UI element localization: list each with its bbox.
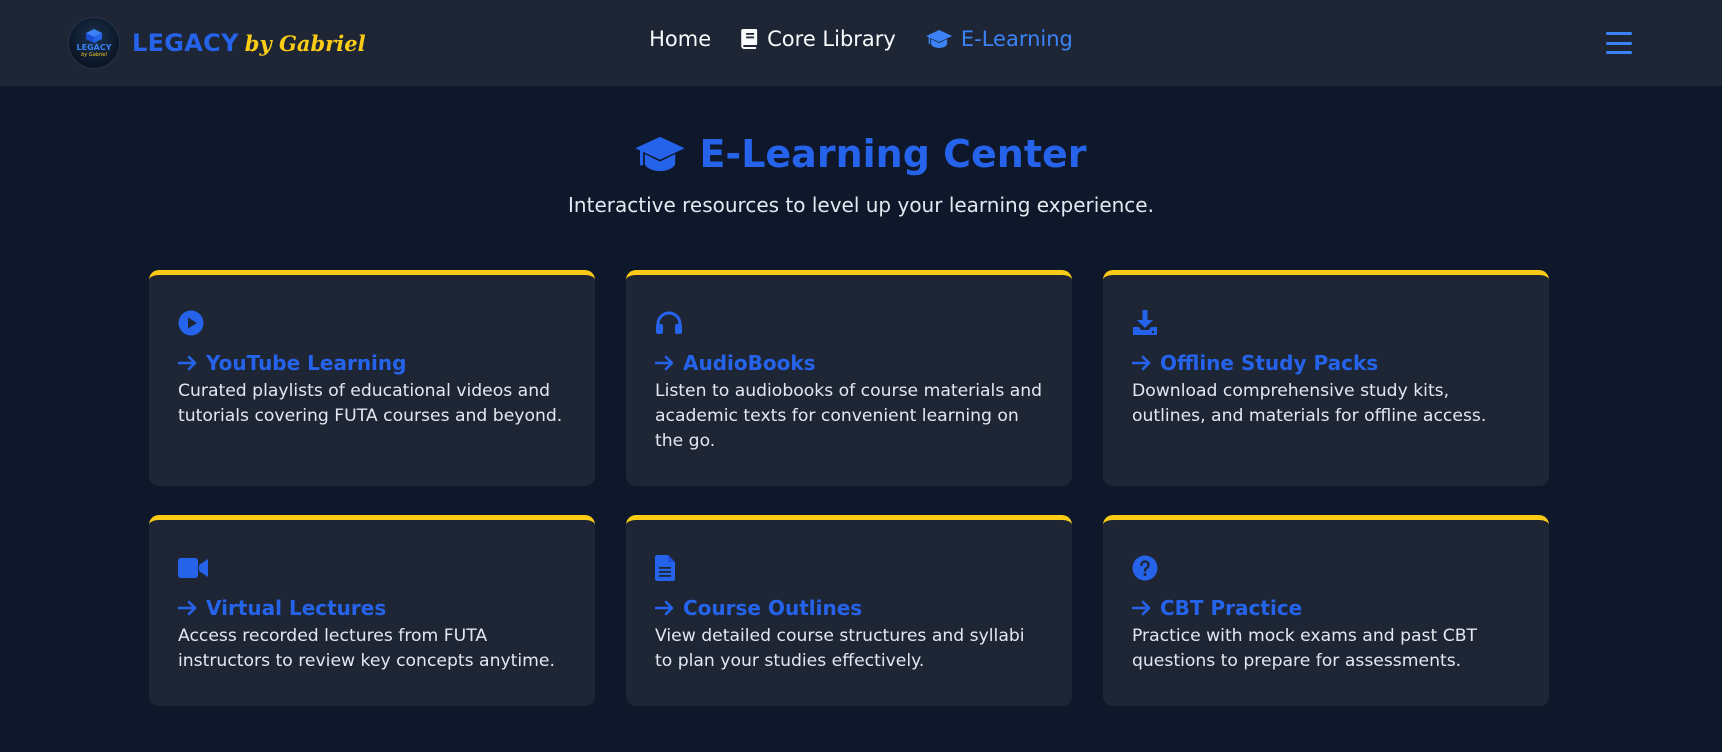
arrow-right-icon	[178, 600, 197, 616]
nav-core-library-label: Core Library	[767, 27, 896, 51]
cube-icon	[86, 28, 102, 43]
graduation-cap-icon	[925, 30, 952, 48]
card-description: Curated playlists of educational videos …	[178, 381, 563, 426]
nav-home[interactable]: Home	[649, 27, 711, 51]
card-description: View detailed course structures and syll…	[655, 626, 1025, 671]
card-description: Access recorded lectures from FUTA instr…	[178, 626, 555, 671]
hamburger-menu-icon[interactable]	[1606, 32, 1632, 54]
brand-by: by Gabriel	[244, 31, 366, 56]
nav-e-learning-label: E-Learning	[960, 27, 1073, 51]
hero: E-Learning Center Interactive resources …	[0, 132, 1722, 217]
card-description: Listen to audiobooks of course materials…	[655, 381, 1043, 451]
top-navbar: LEGACY by Gabriel LEGACY by Gabriel Home …	[0, 0, 1722, 86]
play-circle-icon	[178, 310, 204, 336]
arrow-right-icon	[178, 355, 197, 371]
card-title[interactable]: AudioBooks	[655, 351, 1044, 375]
arrow-right-icon	[655, 600, 674, 616]
page-title-text: E-Learning Center	[699, 132, 1087, 176]
card-title[interactable]: Offline Study Packs	[1132, 351, 1521, 375]
card-youtube-learning[interactable]: YouTube Learning Curated playlists of ed…	[149, 270, 595, 486]
card-virtual-lectures[interactable]: Virtual Lectures Access recorded lecture…	[149, 515, 595, 706]
card-description: Practice with mock exams and past CBT qu…	[1132, 626, 1477, 671]
card-title-text: CBT Practice	[1160, 596, 1303, 620]
card-title[interactable]: Course Outlines	[655, 596, 1044, 620]
book-icon	[741, 29, 758, 49]
card-title-text: YouTube Learning	[206, 351, 407, 375]
arrow-right-icon	[655, 355, 674, 371]
card-title-text: AudioBooks	[683, 351, 816, 375]
brand-name: LEGACY	[132, 29, 239, 57]
logo-text: LEGACY	[76, 42, 112, 52]
nav-home-label: Home	[649, 27, 712, 51]
logo: LEGACY by Gabriel	[68, 17, 120, 69]
question-circle-icon	[1132, 555, 1158, 581]
arrow-right-icon	[1132, 600, 1151, 616]
nav-e-learning[interactable]: E-Learning	[925, 27, 1073, 51]
brand[interactable]: LEGACY by Gabriel LEGACY by Gabriel	[68, 17, 366, 69]
card-course-outlines[interactable]: Course Outlines View detailed course str…	[626, 515, 1072, 706]
nav-core-library[interactable]: Core Library	[741, 27, 896, 51]
card-title[interactable]: YouTube Learning	[178, 351, 567, 375]
card-audiobooks[interactable]: AudioBooks Listen to audiobooks of cours…	[626, 270, 1072, 486]
logo-sub: by Gabriel	[81, 51, 107, 58]
card-description: Download comprehensive study kits, outli…	[1132, 381, 1487, 426]
headphones-icon	[656, 311, 682, 334]
video-camera-icon	[178, 558, 208, 578]
card-title[interactable]: CBT Practice	[1132, 596, 1521, 620]
document-icon	[655, 555, 675, 581]
card-cbt-practice[interactable]: CBT Practice Practice with mock exams an…	[1103, 515, 1549, 706]
graduation-cap-icon	[635, 136, 686, 172]
page-subtitle: Interactive resources to level up your l…	[568, 193, 1154, 217]
page-title: E-Learning Center	[635, 132, 1087, 176]
card-title[interactable]: Virtual Lectures	[178, 596, 567, 620]
card-title-text: Offline Study Packs	[1160, 351, 1379, 375]
download-icon	[1133, 310, 1157, 335]
arrow-right-icon	[1132, 355, 1151, 371]
card-title-text: Course Outlines	[683, 596, 863, 620]
resource-grid: YouTube Learning Curated playlists of ed…	[149, 270, 1549, 706]
card-title-text: Virtual Lectures	[206, 596, 387, 620]
card-offline-study-packs[interactable]: Offline Study Packs Download comprehensi…	[1103, 270, 1549, 486]
main-nav: Home Core Library E-Learning	[649, 27, 1073, 51]
